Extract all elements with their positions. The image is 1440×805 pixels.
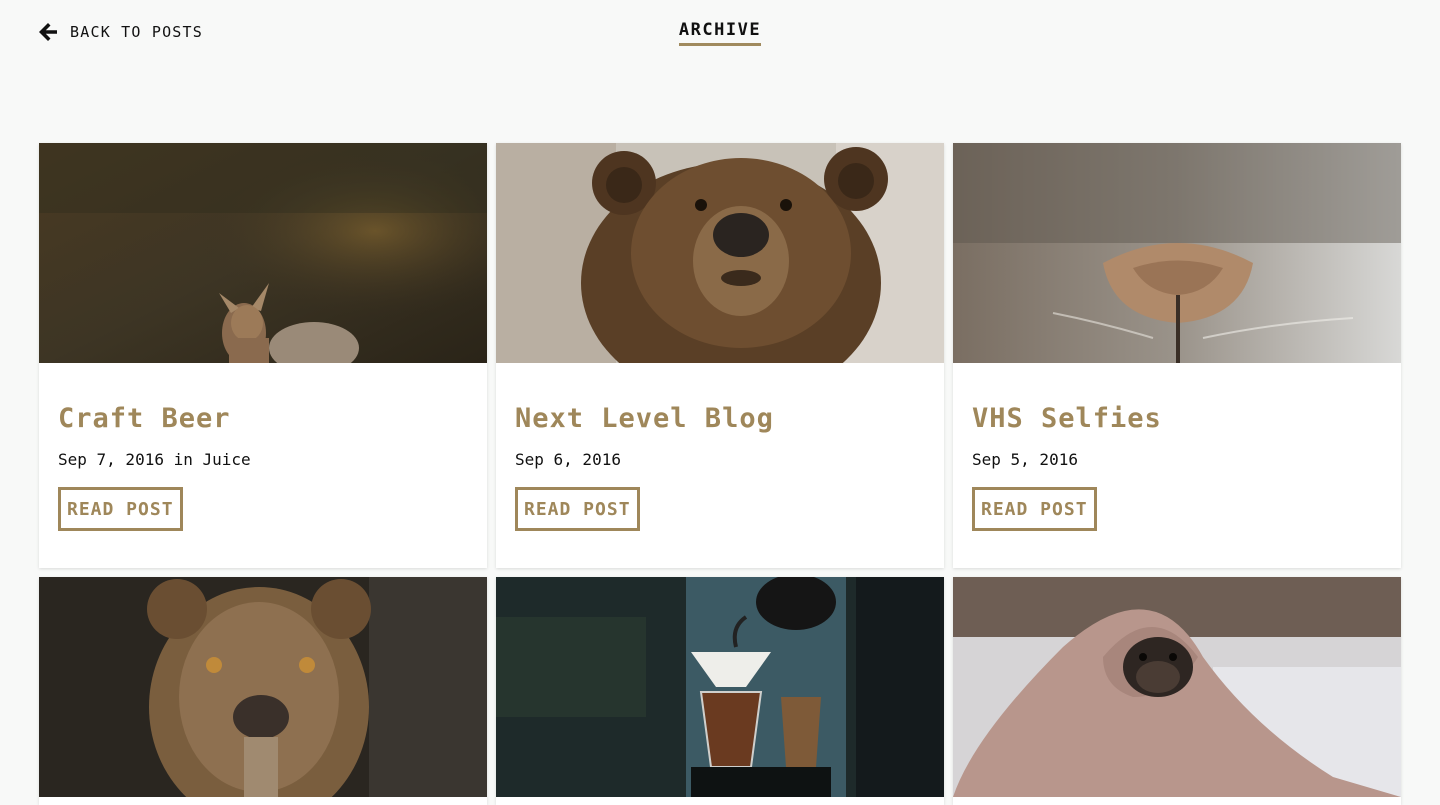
post-image-pug[interactable] (953, 577, 1401, 797)
post-image-bear[interactable] (496, 143, 944, 363)
post-image-coffee[interactable] (496, 577, 944, 797)
read-post-button[interactable]: READ POST (515, 487, 640, 531)
post-title[interactable]: VHS Selfies (972, 403, 1162, 434)
post-card: VHS Selfies Sep 5, 2016 READ POST (953, 143, 1401, 568)
post-card (953, 577, 1401, 805)
post-title[interactable]: Craft Beer (58, 403, 231, 434)
post-card (39, 577, 487, 805)
post-title[interactable]: Next Level Blog (515, 403, 774, 434)
page-title: ARCHIVE (678, 20, 762, 46)
post-meta: Sep 6, 2016 (515, 450, 621, 469)
site-header: BACK TO POSTS ARCHIVE (0, 0, 1440, 70)
post-meta: Sep 5, 2016 (972, 450, 1078, 469)
post-meta: Sep 7, 2016 in Juice (58, 450, 251, 469)
post-image-cat-nose[interactable] (953, 143, 1401, 363)
post-card: Craft Beer Sep 7, 2016 in Juice READ POS… (39, 143, 487, 568)
post-grid: Craft Beer Sep 7, 2016 in Juice READ POS… (39, 143, 1401, 805)
post-card: Next Level Blog Sep 6, 2016 READ POST (496, 143, 944, 568)
post-image-lioness[interactable] (39, 577, 487, 797)
read-post-button[interactable]: READ POST (972, 487, 1097, 531)
post-image-deer[interactable] (39, 143, 487, 363)
post-card (496, 577, 944, 805)
read-post-button[interactable]: READ POST (58, 487, 183, 531)
